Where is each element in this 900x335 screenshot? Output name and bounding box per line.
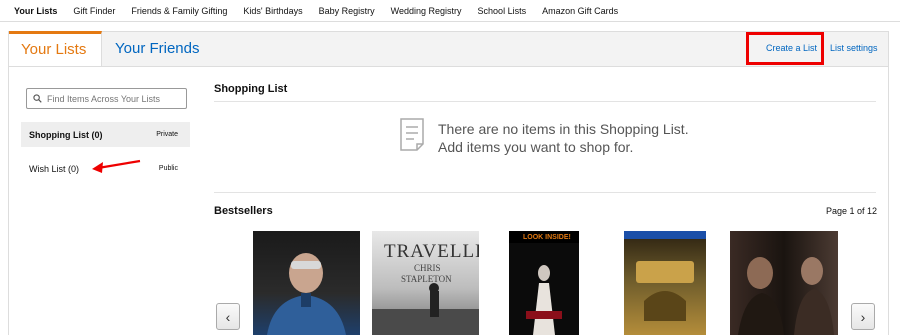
nav-amazon-gift-cards[interactable]: Amazon Gift Cards — [542, 6, 618, 16]
search-field[interactable] — [26, 88, 187, 109]
search-icon — [33, 94, 42, 103]
empty-message-line-2: Add items you want to shop for. — [438, 139, 634, 155]
movie-cover-art — [738, 257, 834, 335]
create-a-list-link[interactable]: Create a List — [766, 43, 817, 53]
tab-your-lists[interactable]: Your Lists — [9, 31, 102, 67]
bestsellers-title: Bestsellers — [214, 205, 273, 217]
red-arrow-annotation — [92, 159, 141, 173]
list-name: Shopping List (0) — [29, 129, 103, 140]
page-indicator: Page 1 of 12 — [826, 206, 878, 216]
tab-bar: Your Lists Your Friends Create a List Li… — [8, 31, 889, 67]
list-privacy: Public — [158, 165, 178, 172]
empty-message-line-1: There are no items in this Shopping List… — [438, 121, 689, 137]
empty-list-message: There are no items in this Shopping List… — [438, 120, 689, 156]
product-image-book-cover[interactable]: LOOK INSIDE! — [509, 231, 579, 335]
bluray-cover-art — [624, 231, 706, 321]
chevron-left-icon: ‹ — [225, 308, 231, 325]
album-landscape-art — [372, 283, 479, 335]
list-item-shopping-list[interactable]: Shopping List (0) Private — [21, 122, 190, 147]
top-navigation: Your Lists Gift Finder Friends & Family … — [0, 0, 900, 22]
product-image-album-portrait[interactable] — [253, 231, 360, 335]
nav-kids-birthdays[interactable]: Kids' Birthdays — [243, 6, 302, 16]
product-image-traveller-album[interactable]: TRAVELLER CHRIS STAPLETON — [372, 231, 479, 335]
list-settings-link[interactable]: List settings — [830, 43, 878, 53]
book-cover-art — [509, 243, 579, 335]
product-image-game-of-thrones-bluray[interactable] — [624, 231, 706, 335]
product-image-movie-still[interactable] — [730, 231, 838, 335]
list-title: Shopping List — [214, 83, 288, 95]
empty-list-icon — [400, 118, 424, 151]
list-name: Wish List (0) — [29, 163, 80, 174]
tab-your-lists-label: Your Lists — [21, 41, 87, 58]
list-privacy: Private — [156, 131, 178, 138]
carousel-next-button[interactable]: › — [851, 303, 875, 330]
divider — [214, 101, 876, 102]
tab-your-friends[interactable]: Your Friends — [115, 40, 200, 57]
album-cover-art — [267, 253, 346, 335]
nav-your-lists[interactable]: Your Lists — [14, 6, 57, 16]
nav-gift-finder[interactable]: Gift Finder — [73, 6, 115, 16]
search-input[interactable] — [47, 93, 186, 104]
nav-wedding-registry[interactable]: Wedding Registry — [391, 6, 462, 16]
divider — [214, 192, 876, 193]
nav-baby-registry[interactable]: Baby Registry — [319, 6, 375, 16]
chevron-right-icon: › — [860, 308, 866, 325]
nav-school-lists[interactable]: School Lists — [478, 6, 527, 16]
carousel-prev-button[interactable]: ‹ — [216, 303, 240, 330]
nav-friends-family-gifting[interactable]: Friends & Family Gifting — [131, 6, 227, 16]
